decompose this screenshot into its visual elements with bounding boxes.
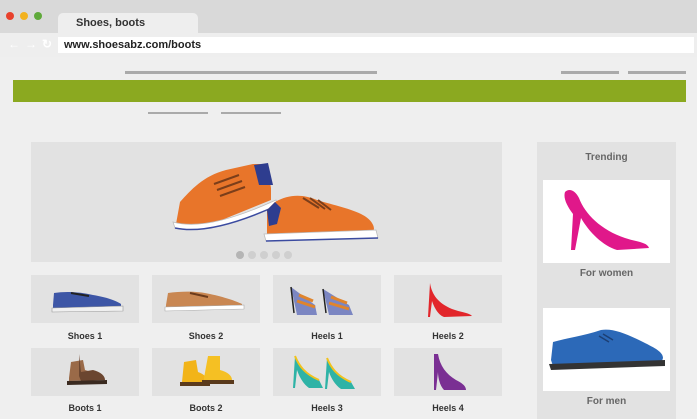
- forward-arrow-icon[interactable]: →: [25, 38, 37, 50]
- product-label[interactable]: Boots 1: [31, 403, 139, 413]
- sidebar-item-label[interactable]: For women: [537, 268, 676, 279]
- sneakers-image: [172, 163, 379, 242]
- blue-shoe-image: [51, 291, 124, 313]
- trending-men-card[interactable]: [543, 308, 670, 391]
- tan-shoe-image: [164, 291, 245, 312]
- blue-dress-shoe-image: [549, 329, 665, 370]
- pink-heel-image: [564, 190, 649, 250]
- minimize-window-button[interactable]: [20, 12, 28, 20]
- header-placeholder-line: [125, 71, 377, 74]
- product-card-boots-1[interactable]: [31, 348, 139, 396]
- header-link-placeholder[interactable]: [628, 71, 686, 74]
- reload-icon[interactable]: ↻: [42, 38, 52, 50]
- teal-heels-image: [293, 355, 355, 389]
- product-card-heels-1[interactable]: [273, 275, 381, 323]
- yellow-boots-image: [180, 356, 234, 386]
- brown-boots-image: [67, 354, 107, 385]
- trending-sidebar: Trending For women For men: [537, 142, 676, 419]
- trending-women-card[interactable]: [543, 180, 670, 263]
- carousel-dot-active[interactable]: [236, 251, 244, 259]
- product-card-heels-2[interactable]: [394, 275, 502, 323]
- product-label[interactable]: Heels 2: [394, 331, 502, 341]
- product-card-shoes-2[interactable]: [152, 275, 260, 323]
- tab-title: Shoes, boots: [76, 17, 146, 29]
- product-label[interactable]: Shoes 1: [31, 331, 139, 341]
- submenu-placeholder[interactable]: [148, 112, 208, 114]
- url-text: www.shoesabz.com/boots: [64, 39, 202, 51]
- web-page: Shoes 1 Shoes 2 Heels 1 Heels 2 Boots 1 …: [0, 57, 697, 419]
- back-arrow-icon[interactable]: ←: [8, 38, 20, 50]
- close-window-button[interactable]: [6, 12, 14, 20]
- product-label[interactable]: Heels 4: [394, 403, 502, 413]
- nav-bar: [13, 80, 686, 102]
- product-label[interactable]: Shoes 2: [152, 331, 260, 341]
- browser-tab[interactable]: Shoes, boots: [58, 13, 198, 33]
- product-card-heels-3[interactable]: [273, 348, 381, 396]
- url-field[interactable]: www.shoesabz.com/boots: [58, 37, 694, 53]
- carousel-dot[interactable]: [248, 251, 256, 259]
- sidebar-item-label[interactable]: For men: [537, 396, 676, 407]
- address-bar: ← → ↻ www.shoesabz.com/boots: [0, 33, 697, 57]
- product-label[interactable]: Heels 1: [273, 331, 381, 341]
- product-card-shoes-1[interactable]: [31, 275, 139, 323]
- browser-window: Shoes, boots ← → ↻ www.shoesabz.com/boot…: [0, 0, 697, 419]
- maximize-window-button[interactable]: [34, 12, 42, 20]
- carousel-dot[interactable]: [284, 251, 292, 259]
- product-card-boots-2[interactable]: [152, 348, 260, 396]
- tab-bar: Shoes, boots: [0, 0, 697, 33]
- carousel-dot[interactable]: [260, 251, 268, 259]
- product-card-heels-4[interactable]: [394, 348, 502, 396]
- strappy-heels-image: [290, 286, 353, 315]
- sidebar-title: Trending: [585, 152, 628, 163]
- product-label[interactable]: Boots 2: [152, 403, 260, 413]
- red-heels-image: [428, 283, 472, 317]
- header-link-placeholder[interactable]: [561, 71, 619, 74]
- product-label[interactable]: Heels 3: [273, 403, 381, 413]
- carousel-dot[interactable]: [272, 251, 280, 259]
- submenu-placeholder[interactable]: [221, 112, 281, 114]
- purple-heels-image: [434, 354, 466, 390]
- hero-carousel[interactable]: [31, 142, 502, 262]
